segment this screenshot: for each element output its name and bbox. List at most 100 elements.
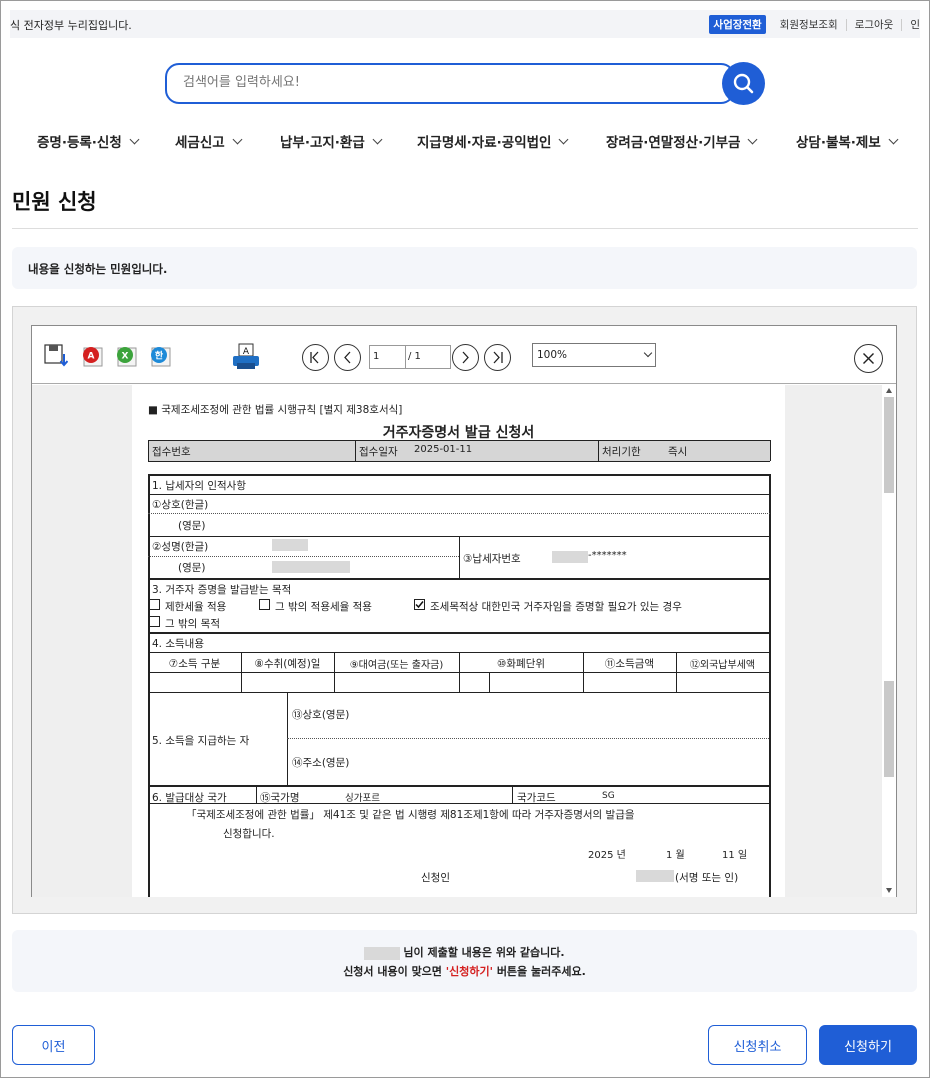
chevron-down-icon — [372, 134, 383, 144]
field-3-label: ③납세자번호 — [463, 553, 521, 565]
col-loan-amount: ⑨대여금(또는 출자금) — [349, 660, 444, 671]
field-14-label: ⑭주소(영문) — [292, 757, 350, 769]
apply-button[interactable]: 신청하기 — [819, 1025, 917, 1065]
redacted-name — [272, 539, 308, 551]
option-reduced-rate: 제한세율 적용 — [165, 601, 227, 613]
statement-line-1: 「국제조세조정에 관한 법률」 제41조 및 같은 법 시행령 제81조제1항에… — [186, 809, 635, 821]
chevron-left-icon — [344, 351, 351, 364]
search-box — [165, 63, 735, 104]
signature-label: (서명 또는 인) — [675, 872, 739, 884]
receipt-date-label: 접수일자 — [359, 446, 398, 458]
hwp-icon[interactable]: 한 — [148, 344, 172, 368]
field-1-english-label: (영문) — [178, 520, 206, 532]
nav-item-certificate[interactable]: 증명·등록·신청 — [37, 131, 140, 151]
viewer-frame: A X 한 A 1 / 1 100% ■ 국제조세조정에 관한 법률 시행규칙 … — [31, 325, 897, 897]
save-icon[interactable] — [44, 344, 68, 368]
field-1-label: ①상호(한글) — [152, 499, 209, 511]
col-receipt-date: ⑧수취(예정)일 — [254, 658, 321, 670]
prev-button[interactable]: 이전 — [12, 1025, 95, 1065]
process-value: 즉시 — [668, 446, 688, 458]
section-4-label: 4. 소득내용 — [152, 638, 204, 650]
scroll-down-icon[interactable] — [882, 885, 896, 895]
close-viewer-button[interactable] — [854, 344, 883, 373]
col-income-type: ⑦소득 구분 — [168, 658, 221, 670]
last-page-icon — [493, 351, 503, 364]
svg-text:A: A — [243, 347, 250, 357]
redacted-user-name — [364, 946, 401, 960]
print-icon[interactable]: A — [231, 342, 261, 372]
option-other-purpose: 그 밖의 목적 — [165, 618, 220, 630]
scroll-thumb-top[interactable] — [884, 397, 894, 493]
date-year: 2025 년 — [588, 850, 626, 861]
last-page-button[interactable] — [484, 344, 511, 371]
first-page-button[interactable] — [302, 344, 329, 371]
section-3-label: 3. 거주자 증명을 발급받는 목적 — [152, 584, 292, 596]
chevron-down-icon — [643, 348, 653, 358]
prev-page-button[interactable] — [334, 344, 361, 371]
more-link[interactable]: 인 — [901, 18, 920, 31]
field-2-label: ②성명(한글) — [152, 541, 209, 553]
check-icon — [415, 601, 424, 609]
zoom-select[interactable]: 100% — [532, 343, 656, 367]
nav-item-incentives[interactable]: 장려금·연말정산·기부금 — [606, 131, 758, 151]
business-switch-button[interactable]: 사업장전환 — [709, 15, 766, 34]
nav-item-payment[interactable]: 납부·고지·환급 — [280, 131, 383, 151]
svg-text:X: X — [122, 352, 129, 362]
submission-summary: 님이 제출할 내용은 위와 같습니다. 신청서 내용이 맞으면 '신청하기' 버… — [12, 930, 917, 992]
page-title: 민원 신청 — [12, 190, 97, 214]
nav-item-statements[interactable]: 지급명세·자료·공익법인 — [417, 131, 569, 151]
summary-line-2-post: 버튼을 눌러주세요. — [492, 965, 586, 978]
country-name: 싱가포르 — [345, 793, 380, 804]
divider — [12, 228, 918, 229]
applicant-label: 신청인 — [421, 872, 450, 884]
country-code: SG — [602, 791, 615, 801]
next-page-button[interactable] — [452, 344, 479, 371]
nav-item-tax-report[interactable]: 세금신고 — [175, 131, 243, 151]
logout-link[interactable]: 로그아웃 — [845, 18, 902, 31]
document-page: ■ 국제조세조정에 관한 법률 시행규칙 [별지 제38호서식] 거주자증명서 … — [132, 385, 785, 897]
form-header: ■ 국제조세조정에 관한 법률 시행규칙 [별지 제38호서식] — [148, 404, 403, 416]
document-scrollbar[interactable] — [881, 385, 896, 897]
svg-text:A: A — [88, 352, 95, 362]
search-input[interactable] — [183, 75, 683, 90]
chevron-down-icon — [888, 134, 899, 144]
chevron-down-icon — [559, 134, 569, 144]
option-other-rate: 그 밖의 적용세율 적용 — [275, 601, 372, 613]
chevron-down-icon — [232, 134, 243, 144]
redacted-applicant — [636, 870, 674, 882]
nav-item-consult[interactable]: 상담·불복·제보 — [796, 131, 899, 151]
form-title: 거주자증명서 발급 신청서 — [382, 425, 535, 441]
option-residency-proof: 조세목적상 대한민국 거주자임을 증명할 필요가 있는 경우 — [430, 601, 682, 613]
date-day: 11 일 — [722, 850, 748, 861]
section-5-label: 5. 소득을 지급하는 자 — [152, 735, 250, 747]
checkbox-other-rate[interactable] — [259, 599, 270, 610]
page-number-input[interactable]: 1 — [369, 345, 406, 369]
document-area: ■ 국제조세조정에 관한 법률 시행규칙 [별지 제38호서식] 거주자증명서 … — [32, 385, 896, 897]
member-info-link[interactable]: 회원정보조회 — [772, 19, 846, 31]
checkbox-residency-proof[interactable] — [414, 599, 425, 610]
chevron-down-icon — [748, 134, 758, 144]
first-page-icon — [310, 351, 319, 364]
search-button[interactable] — [722, 62, 765, 105]
scroll-up-icon[interactable] — [882, 386, 896, 396]
info-text: 내용을 신청하는 민원입니다. — [28, 262, 168, 276]
page-total: / 1 — [406, 345, 451, 369]
section-1-label: 1. 납세자의 인적사항 — [152, 480, 246, 492]
taxpayer-no-mask: -******* — [588, 550, 627, 561]
scroll-thumb[interactable] — [884, 681, 894, 777]
info-box: 내용을 신청하는 민원입니다. — [12, 247, 917, 289]
cancel-application-button[interactable]: 신청취소 — [708, 1025, 807, 1065]
main-nav: 증명·등록·신청 세금신고 납부·고지·환급 지급명세·자료·공익법인 장려금·… — [0, 131, 930, 151]
excel-icon[interactable]: X — [114, 344, 138, 368]
gov-notice: 식 전자정부 누리집입니다. — [10, 19, 132, 32]
checkbox-other-purpose[interactable] — [149, 616, 160, 627]
col-currency: ⑩화폐단위 — [496, 658, 546, 670]
chevron-right-icon — [462, 351, 469, 364]
field-13-label: ⑬상호(영문) — [292, 709, 350, 721]
search-icon — [733, 73, 754, 94]
checkbox-reduced-rate[interactable] — [149, 599, 160, 610]
process-label: 처리기한 — [602, 446, 641, 458]
receipt-no-label: 접수번호 — [152, 446, 191, 458]
pdf-icon[interactable]: A — [80, 344, 104, 368]
summary-line-2-pre: 신청서 내용이 맞으면 — [343, 965, 446, 978]
